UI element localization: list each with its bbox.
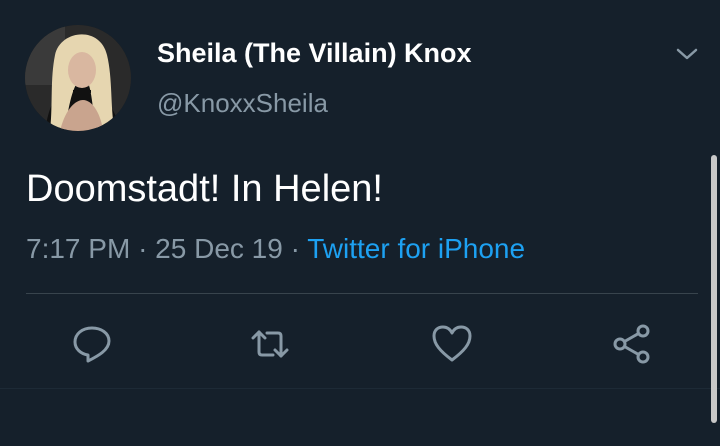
reply-icon	[73, 326, 111, 363]
tweet-date[interactable]: 25 Dec 19	[155, 233, 283, 264]
retweet-button[interactable]	[248, 322, 292, 366]
avatar[interactable]	[25, 25, 131, 131]
share-icon	[613, 324, 650, 364]
chevron-down-icon[interactable]	[674, 44, 700, 64]
share-button[interactable]	[610, 322, 654, 366]
meta-separator: ·	[138, 233, 148, 264]
user-handle[interactable]: @KnoxxSheila	[157, 88, 328, 119]
scrollbar[interactable]	[711, 155, 717, 423]
divider	[26, 293, 698, 294]
meta-separator: ·	[290, 233, 300, 264]
tweet-source-link[interactable]: Twitter for iPhone	[307, 233, 525, 264]
avatar-image	[25, 25, 131, 131]
heart-icon	[432, 325, 472, 362]
like-button[interactable]	[430, 322, 474, 366]
tweet-time[interactable]: 7:17 PM	[26, 233, 130, 264]
tweet[interactable]: Sheila (The Villain) Knox @KnoxxSheila D…	[0, 0, 720, 446]
retweet-icon	[251, 330, 289, 358]
display-name[interactable]: Sheila (The Villain) Knox	[157, 38, 472, 69]
tweet-text: Doomstadt! In Helen!	[26, 168, 383, 210]
bottom-bar	[0, 388, 720, 446]
reply-button[interactable]	[70, 322, 114, 366]
tweet-meta: 7:17 PM · 25 Dec 19 · Twitter for iPhone	[26, 233, 525, 265]
